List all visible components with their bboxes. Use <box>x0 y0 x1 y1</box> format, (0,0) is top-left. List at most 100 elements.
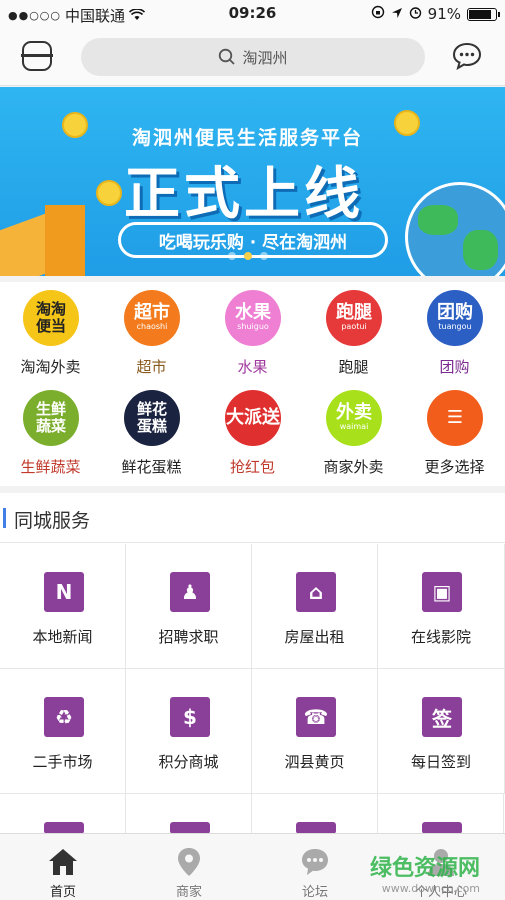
service-item[interactable]: N 本地新闻 <box>0 544 126 669</box>
tab-label: 首页 <box>49 885 76 900</box>
carousel-indicator <box>228 252 268 260</box>
home-icon <box>49 849 77 875</box>
coin-decoration <box>394 110 420 136</box>
rotation-lock-icon <box>371 5 385 23</box>
category-icon-text: 团购 <box>437 302 473 323</box>
category-icon-text: 外卖 <box>336 402 372 423</box>
service-label: 房屋出租 <box>284 628 345 646</box>
category-icon-subtext: paotui <box>341 322 367 331</box>
location-icon <box>391 5 403 23</box>
top-bar: 淘泗州 <box>0 28 505 86</box>
news-icon: N <box>44 572 84 612</box>
category-icon-text: ☰ <box>446 407 464 428</box>
service-item[interactable]: ☎ 泗县黄页 <box>252 669 378 794</box>
service-label: 二手市场 <box>32 753 93 771</box>
category-icon: ☰ <box>427 390 483 446</box>
category-icon-text: 淘淘便当 <box>35 300 66 335</box>
category-item[interactable]: ☰ 更多选择 <box>404 382 505 482</box>
promo-banner[interactable]: 淘泗州便民生活服务平台 正式上线 吃喝玩乐购 · 尽在淘泗州 <box>0 87 505 276</box>
section-accent-bar <box>3 508 6 528</box>
category-icon-subtext: chaoshi <box>136 322 168 331</box>
category-icon-text: 鲜花蛋糕 <box>136 400 167 435</box>
banner-subtitle: 淘泗州便民生活服务平台 <box>132 127 364 149</box>
building-illustration <box>45 205 85 276</box>
service-item[interactable]: ♟ 招聘求职 <box>126 544 252 669</box>
service-item[interactable] <box>378 794 504 834</box>
category-item[interactable]: 淘淘便当 淘淘外卖 <box>0 282 101 382</box>
message-icon[interactable] <box>452 42 482 70</box>
category-icon-text: 生鲜蔬菜 <box>35 400 66 435</box>
category-label: 超市 <box>136 358 167 376</box>
watermark-url: www.downcc.com <box>381 882 481 895</box>
search-placeholder: 淘泗州 <box>242 48 288 67</box>
service-item[interactable]: ♻ 二手市场 <box>0 669 126 794</box>
service-label: 泗县黄页 <box>284 753 345 771</box>
projector-icon: ▣ <box>422 572 462 612</box>
coin-decoration <box>96 180 122 206</box>
people-icon: ♟ <box>170 572 210 612</box>
service-item[interactable] <box>0 794 126 834</box>
category-item[interactable]: 鲜花蛋糕 鲜花蛋糕 <box>101 382 202 482</box>
category-item[interactable]: 大派送 抢红包 <box>202 382 303 482</box>
tab-label: 商家 <box>175 885 202 900</box>
building-illustration <box>0 213 45 276</box>
section-title: 同城服务 <box>14 510 91 532</box>
category-icon-subtext: tuangou <box>438 322 472 331</box>
banner-headline: 正式上线 <box>124 162 364 227</box>
status-bar: ●●○○○ 中国联通 09:26 91% <box>0 0 505 28</box>
service-item[interactable]: $ 积分商城 <box>126 669 252 794</box>
service-item[interactable] <box>126 794 252 834</box>
service-label: 在线影院 <box>410 628 471 646</box>
category-label: 商家外卖 <box>323 458 384 476</box>
shop-icon: ⌂ <box>296 572 336 612</box>
category-label: 抢红包 <box>229 458 275 476</box>
category-icon: 大派送 <box>225 390 281 446</box>
search-icon <box>219 48 236 65</box>
menu-button[interactable] <box>21 41 53 71</box>
category-icon: 跑腿 paotui <box>326 290 382 346</box>
globe-illustration <box>405 182 505 276</box>
tab-merchants[interactable]: 商家 <box>126 834 252 900</box>
service-item[interactable] <box>252 794 378 834</box>
recycle-icon: ♻ <box>44 697 84 737</box>
tab-forum[interactable]: 论坛 <box>252 834 378 900</box>
category-item[interactable]: 外卖 waimai 商家外卖 <box>303 382 404 482</box>
category-icon: 外卖 waimai <box>326 390 382 446</box>
category-label: 更多选择 <box>424 458 485 476</box>
coin-decoration <box>62 112 88 138</box>
category-item[interactable]: 水果 shuiguo 水果 <box>202 282 303 382</box>
category-label: 跑腿 <box>338 358 369 376</box>
section-header: 同城服务 <box>0 493 505 543</box>
category-icon-text: 跑腿 <box>336 302 372 323</box>
category-item[interactable]: 团购 tuangou 团购 <box>404 282 505 382</box>
category-icon: 生鲜蔬菜 <box>23 390 79 446</box>
category-icon-subtext: shuiguo <box>237 322 269 331</box>
service-item[interactable]: 签每日签到 <box>378 669 505 794</box>
battery-percent: 91% <box>427 5 461 23</box>
tab-label: 论坛 <box>301 885 328 900</box>
category-item[interactable]: 超市 chaoshi 超市 <box>101 282 202 382</box>
battery-icon <box>467 7 500 21</box>
category-icon-text: 超市 <box>134 302 170 323</box>
service-label: 本地新闻 <box>32 628 93 646</box>
category-label: 水果 <box>237 358 268 376</box>
service-label: 每日签到 <box>410 753 471 771</box>
map-pin-icon <box>178 848 200 876</box>
category-icon-text: 大派送 <box>226 407 280 428</box>
search-bar[interactable]: 淘泗州 <box>81 38 425 76</box>
tab-home[interactable]: 首页 <box>0 834 126 900</box>
category-label: 团购 <box>439 358 470 376</box>
service-label: 积分商城 <box>158 753 219 771</box>
watermark: 绿色资源网 www.downcc.com <box>370 850 480 895</box>
category-item[interactable]: 生鲜蔬菜 生鲜蔬菜 <box>0 382 101 482</box>
category-label: 生鲜蔬菜 <box>20 458 81 476</box>
category-icon: 淘淘便当 <box>23 290 79 346</box>
category-icon: 团购 tuangou <box>427 290 483 346</box>
service-item[interactable]: ▣ 在线影院 <box>378 544 505 669</box>
category-icon: 鲜花蛋糕 <box>124 390 180 446</box>
category-label: 鲜花蛋糕 <box>121 458 182 476</box>
chat-bubble-icon <box>302 849 328 875</box>
service-item[interactable]: ⌂ 房屋出租 <box>252 544 378 669</box>
category-item[interactable]: 跑腿 paotui 跑腿 <box>303 282 404 382</box>
category-label: 淘淘外卖 <box>20 358 81 376</box>
